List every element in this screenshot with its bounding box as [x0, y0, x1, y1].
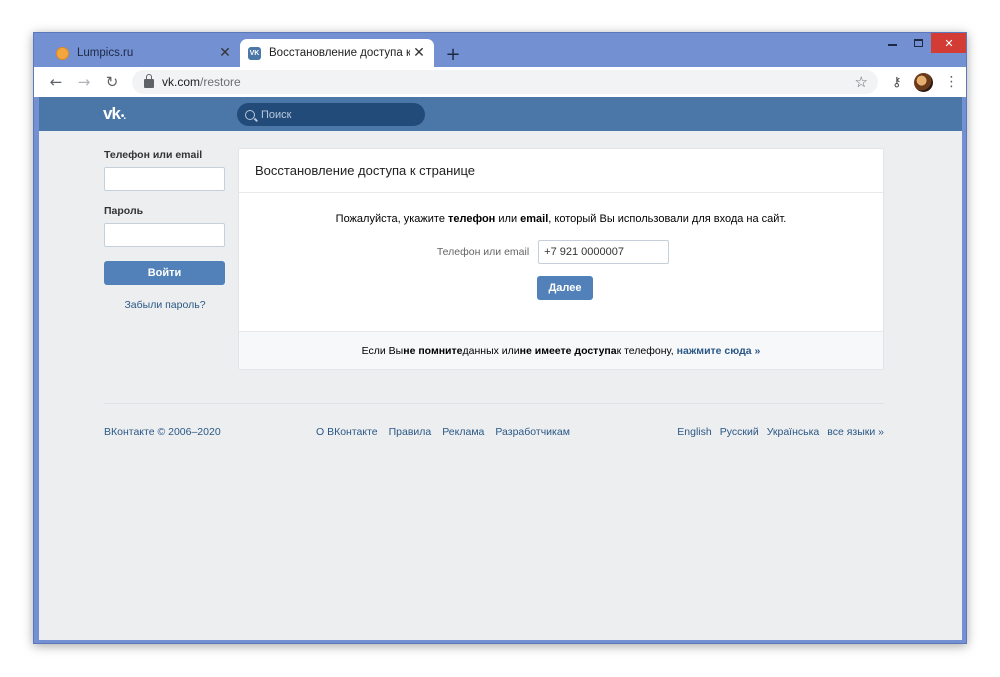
- click-here-link[interactable]: нажмите сюда »: [677, 345, 761, 357]
- minimize-icon: [887, 44, 897, 46]
- desc-bold-phone: телефон: [448, 213, 496, 225]
- lang-russian[interactable]: Русский: [720, 426, 759, 438]
- lumpics-favicon-icon: [56, 46, 69, 60]
- new-tab-button[interactable]: +: [442, 43, 464, 65]
- key-icon[interactable]: ⚷: [892, 75, 902, 90]
- vk-logo-dots-icon: •.: [120, 110, 126, 122]
- foot-bold: не помните: [403, 344, 463, 357]
- desc-text: или: [495, 213, 521, 225]
- forward-button[interactable]: →: [72, 70, 96, 94]
- bookmark-star-icon[interactable]: ☆: [855, 73, 868, 91]
- foot-bold: не имеете доступа: [519, 344, 617, 357]
- forgot-password-link[interactable]: Забыли пароль?: [104, 299, 226, 311]
- phone-label: Телефон или email: [104, 149, 203, 161]
- vk-search[interactable]: [237, 103, 425, 126]
- footer-link-about[interactable]: О ВКонтакте: [316, 426, 378, 438]
- restore-card: Восстановление доступа к странице Пожалу…: [238, 148, 884, 370]
- foot-text: Если Вы: [361, 344, 404, 357]
- password-label: Пароль: [104, 205, 144, 217]
- restore-footer-note: Если Вы не помните данных или не имеете …: [239, 331, 883, 369]
- foot-text: данных или: [462, 344, 520, 357]
- url-host: vk.com: [162, 75, 201, 89]
- login-sidebar: Телефон или email Пароль Войти Забыли па…: [104, 149, 226, 311]
- vk-header: vk •.: [39, 97, 962, 131]
- restore-phone-input[interactable]: [538, 240, 670, 264]
- password-field[interactable]: [104, 223, 225, 247]
- lang-all[interactable]: все языки »: [827, 426, 884, 438]
- browser-toolbar: ← → ↻ vk.com/restore ☆ ⚷ ⋮: [34, 67, 966, 97]
- reload-icon: ↻: [105, 73, 119, 91]
- reload-button[interactable]: ↻: [100, 70, 124, 94]
- footer-link-developers[interactable]: Разработчикам: [495, 426, 570, 438]
- language-links: English Русский Українська все языки »: [677, 426, 884, 438]
- url-path: /restore: [200, 75, 241, 89]
- restore-description: Пожалуйста, укажите телефон или email, к…: [239, 213, 883, 225]
- close-tab-icon[interactable]: ✕: [410, 44, 428, 62]
- login-button[interactable]: Войти: [104, 261, 225, 285]
- lang-ukrainian[interactable]: Українська: [767, 426, 820, 438]
- lock-icon: [144, 74, 154, 88]
- restore-field-label: Телефон или email: [436, 246, 530, 258]
- browser-window: Lumpics.ru ✕ VK Восстановление доступа к…: [33, 32, 967, 644]
- footer-link-rules[interactable]: Правила: [389, 426, 432, 438]
- footer-link-ads[interactable]: Реклама: [442, 426, 484, 438]
- restore-field-row: Телефон или email: [223, 240, 883, 264]
- desc-text: Пожалуйста, укажите: [335, 213, 449, 225]
- url-text[interactable]: vk.com/restore: [162, 75, 241, 89]
- tab-vk-restore[interactable]: VK Восстановление доступа к стран ✕: [240, 39, 434, 67]
- close-window-icon: ✕: [944, 36, 954, 50]
- tab-title: Восстановление доступа к стран: [269, 47, 410, 59]
- arrow-right-icon: →: [77, 73, 91, 91]
- address-bar[interactable]: vk.com/restore ☆: [132, 70, 878, 94]
- desc-bold-email: email: [520, 213, 549, 225]
- phone-email-field[interactable]: [104, 167, 225, 191]
- tab-strip: Lumpics.ru ✕ VK Восстановление доступа к…: [34, 33, 966, 67]
- profile-avatar[interactable]: [913, 72, 933, 92]
- vk-logo-text: vk: [103, 104, 121, 123]
- desc-text: , который Вы использовали для входа на с…: [548, 213, 787, 225]
- tab-lumpics[interactable]: Lumpics.ru ✕: [48, 39, 240, 67]
- next-button[interactable]: Далее: [537, 276, 593, 300]
- search-input[interactable]: [261, 108, 411, 121]
- foot-text: к телефону,: [616, 344, 674, 357]
- copyright[interactable]: ВКонтакте © 2006–2020: [104, 426, 221, 438]
- vk-logo[interactable]: vk •.: [103, 104, 137, 123]
- lang-english[interactable]: English: [677, 426, 711, 438]
- search-icon: [245, 109, 255, 120]
- back-button[interactable]: ←: [44, 70, 68, 94]
- maximize-icon: [913, 39, 923, 47]
- close-tab-icon[interactable]: ✕: [216, 44, 234, 62]
- vk-footer: ВКонтакте © 2006–2020 О ВКонтакте Правил…: [104, 403, 884, 443]
- page-title: Восстановление доступа к странице: [239, 149, 883, 193]
- minimize-button[interactable]: [879, 33, 905, 53]
- page-viewport: vk•. Телефон или email Пароль Войти Забы…: [39, 97, 962, 640]
- arrow-left-icon: ←: [49, 73, 63, 91]
- footer-links: О ВКонтакте Правила Реклама Разработчика…: [316, 426, 570, 438]
- tab-title: Lumpics.ru: [77, 47, 134, 59]
- maximize-button[interactable]: [905, 33, 931, 53]
- close-window-button[interactable]: ✕: [931, 33, 966, 53]
- vk-favicon-icon: VK: [248, 46, 261, 60]
- menu-dots-icon[interactable]: ⋮: [945, 74, 959, 90]
